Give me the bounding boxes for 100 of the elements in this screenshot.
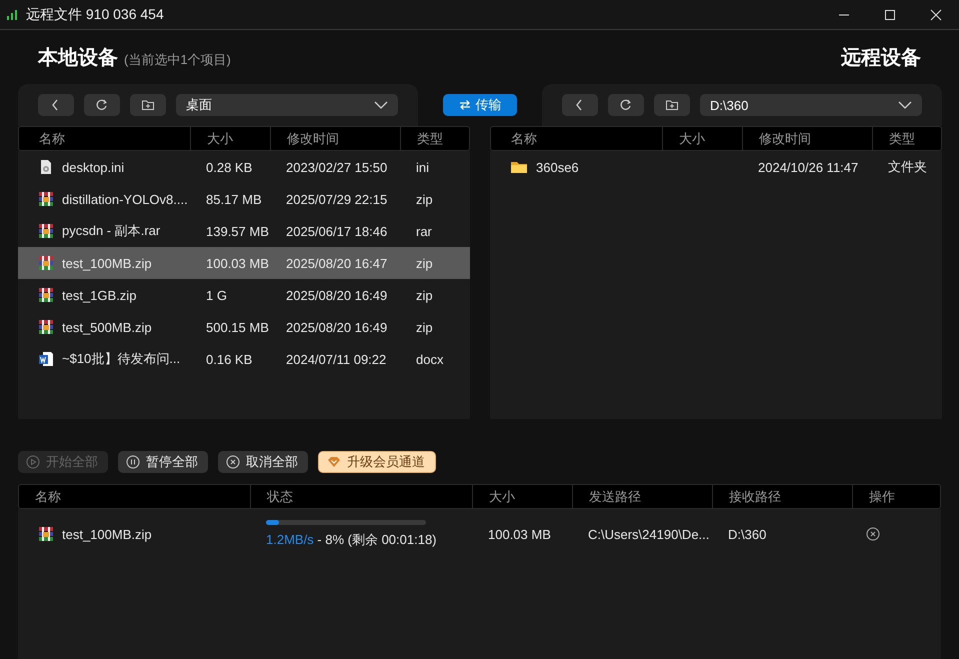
archive-icon bbox=[38, 223, 54, 239]
file-row[interactable]: test_500MB.zip 500.15 MB 2025/08/20 16:49 zip bbox=[18, 311, 470, 343]
column-header: 状态 bbox=[251, 485, 473, 508]
column-header: 发送路径 bbox=[573, 485, 713, 508]
close-icon bbox=[930, 8, 942, 20]
file-type: rar bbox=[416, 224, 432, 238]
file-name: 360se6 bbox=[536, 160, 579, 174]
file-type: docx bbox=[416, 352, 444, 366]
file-size: 0.28 KB bbox=[206, 160, 252, 174]
back-button[interactable] bbox=[38, 94, 74, 116]
cancel-icon bbox=[866, 527, 880, 541]
column-header[interactable]: 大小 bbox=[663, 127, 743, 150]
modified-time: 2024/10/26 11:47 bbox=[758, 160, 858, 174]
maximize-icon bbox=[884, 8, 896, 20]
refresh-icon bbox=[619, 98, 633, 112]
transfer-button[interactable]: 传输 bbox=[443, 94, 517, 116]
file-type: 文件夹 bbox=[888, 159, 927, 174]
column-header[interactable]: 类型 bbox=[873, 127, 943, 150]
file-size: 139.57 MB bbox=[206, 224, 269, 238]
file-type: zip bbox=[416, 288, 433, 302]
transfer-status: - 8% (剩余 00:01:18) bbox=[316, 532, 437, 546]
column-header[interactable]: 名称 bbox=[19, 127, 191, 150]
new-folder-icon bbox=[141, 98, 155, 112]
column-header[interactable]: 大小 bbox=[191, 127, 271, 150]
modified-time: 2025/08/20 16:49 bbox=[286, 288, 388, 302]
file-row[interactable]: pycsdn - 副本.rar 139.57 MB 2025/06/17 18:46 rar bbox=[18, 215, 470, 247]
column-header: 接收路径 bbox=[713, 485, 853, 508]
swap-icon bbox=[458, 99, 470, 111]
new-folder-icon bbox=[665, 98, 679, 112]
diamond-icon bbox=[327, 456, 341, 468]
file-type: zip bbox=[416, 320, 433, 334]
modified-time: 2025/08/20 16:47 bbox=[286, 256, 388, 270]
archive-icon bbox=[38, 255, 54, 271]
archive-icon bbox=[38, 526, 54, 542]
refresh-icon bbox=[95, 98, 109, 112]
file-type: zip bbox=[416, 256, 433, 270]
selection-count: (当前选中1个项目) bbox=[124, 50, 231, 68]
settings-file-icon bbox=[38, 159, 54, 175]
window-title: 远程文件 910 036 454 bbox=[26, 6, 165, 24]
file-name: ~$10批】待发布问... bbox=[62, 350, 180, 368]
path-dropdown[interactable]: D:\360 bbox=[700, 94, 922, 116]
column-header[interactable]: 名称 bbox=[491, 127, 663, 150]
cancel-transfer-button[interactable] bbox=[866, 527, 880, 541]
new-folder-button[interactable] bbox=[654, 94, 690, 116]
file-row[interactable]: desktop.ini 0.28 KB 2023/02/27 15:50 ini bbox=[18, 151, 470, 183]
file-size: 100.03 MB bbox=[206, 256, 269, 270]
file-size: 500.15 MB bbox=[206, 320, 269, 334]
file-size: 100.03 MB bbox=[488, 526, 551, 542]
file-name: test_500MB.zip bbox=[62, 320, 152, 334]
source-path: C:\Users\24190\De... bbox=[588, 526, 710, 542]
file-size: 0.16 KB bbox=[206, 352, 252, 366]
modified-time: 2024/07/11 09:22 bbox=[286, 352, 386, 366]
archive-icon bbox=[38, 191, 54, 207]
pane-title: 本地设备 bbox=[38, 46, 118, 70]
action-button[interactable]: 暂停全部 bbox=[118, 451, 208, 473]
file-size: 1 G bbox=[206, 288, 227, 302]
file-row[interactable]: test_1GB.zip 1 G 2025/08/20 16:49 zip bbox=[18, 279, 470, 311]
file-row[interactable]: distillation-YOLOv8.... 85.17 MB 2025/07/29 22:15 zip bbox=[18, 183, 470, 215]
file-name: distillation-YOLOv8.... bbox=[62, 192, 188, 206]
target-path: D:\360 bbox=[728, 526, 766, 542]
signal-icon bbox=[6, 8, 18, 20]
refresh-button[interactable] bbox=[608, 94, 644, 116]
play-icon bbox=[26, 455, 40, 469]
archive-icon bbox=[38, 319, 54, 335]
file-name: test_1GB.zip bbox=[62, 288, 136, 302]
folder-icon bbox=[510, 159, 528, 175]
chevron-down-icon bbox=[898, 101, 912, 109]
file-row[interactable]: 360se6 2024/10/26 11:47 文件夹 bbox=[490, 151, 942, 183]
file-name: pycsdn - 副本.rar bbox=[62, 222, 160, 240]
back-button[interactable] bbox=[562, 94, 598, 116]
refresh-button[interactable] bbox=[84, 94, 120, 116]
column-header[interactable]: 修改时间 bbox=[743, 127, 873, 150]
new-folder-button[interactable] bbox=[130, 94, 166, 116]
chevron-down-icon bbox=[374, 101, 388, 109]
selected-file-row[interactable]: test_100MB.zip 100.03 MB 2025/08/20 16:47 zip bbox=[18, 247, 470, 279]
action-button[interactable]: 取消全部 bbox=[218, 451, 308, 473]
modified-time: 2025/08/20 16:49 bbox=[286, 320, 388, 334]
column-header: 操作 bbox=[868, 488, 896, 506]
modified-time: 2025/06/17 18:46 bbox=[286, 224, 388, 238]
pane-title: 远程设备 bbox=[841, 46, 921, 70]
document-icon bbox=[38, 351, 54, 367]
file-name: test_100MB.zip bbox=[62, 256, 152, 270]
file-name: test_100MB.zip bbox=[62, 526, 152, 542]
action-button[interactable]: 升级会员通道 bbox=[318, 451, 436, 473]
file-name: desktop.ini bbox=[62, 160, 124, 174]
path-dropdown[interactable]: 桌面 bbox=[176, 94, 398, 116]
file-row[interactable]: ~$10批】待发布问... 0.16 KB 2024/07/11 09:22 docx bbox=[18, 343, 470, 375]
column-header[interactable]: 类型 bbox=[401, 127, 471, 150]
modified-time: 2025/07/29 22:15 bbox=[286, 192, 388, 206]
file-type: zip bbox=[416, 192, 433, 206]
column-header: 大小 bbox=[473, 485, 573, 508]
archive-icon bbox=[38, 287, 54, 303]
file-size: 85.17 MB bbox=[206, 192, 262, 206]
transfer-speed: 1.2MB/s bbox=[266, 532, 314, 546]
modified-time: 2023/02/27 15:50 bbox=[286, 160, 388, 174]
column-header: 名称 bbox=[19, 485, 251, 508]
pause-icon bbox=[126, 455, 140, 469]
column-header[interactable]: 修改时间 bbox=[271, 127, 401, 150]
file-type: ini bbox=[416, 160, 430, 174]
cancel-icon bbox=[226, 455, 240, 469]
